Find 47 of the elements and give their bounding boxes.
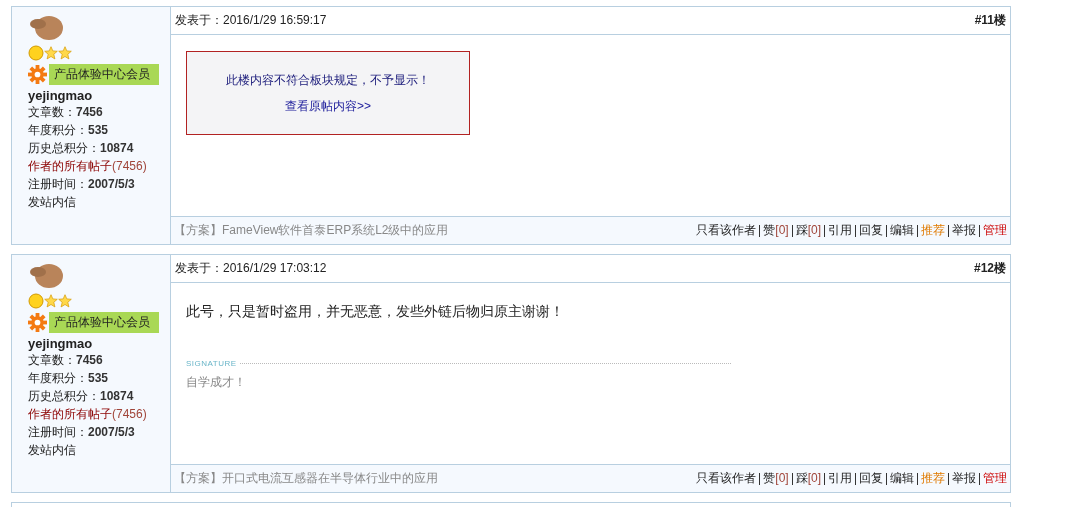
related-topic-link[interactable]: 【方案】开口式电流互感器在半导体行业中的应用 xyxy=(174,470,438,487)
gear-icon xyxy=(28,65,47,84)
all-posts-link[interactable]: 作者的所有帖子(7456) xyxy=(28,157,147,175)
rank-icon xyxy=(28,45,72,61)
floor-number: #12楼 xyxy=(973,260,1006,277)
post-action-link[interactable]: 引用 xyxy=(828,470,852,487)
rank-title: 产品体验中心会员 xyxy=(49,312,159,333)
post-action-link[interactable]: 管理 xyxy=(983,222,1007,239)
user-stat: 注册时间：2007/5/3 xyxy=(28,176,135,193)
gear-icon xyxy=(28,313,47,332)
rank-title: 产品体验中心会员 xyxy=(49,64,159,85)
post-action-link[interactable]: 回复 xyxy=(859,222,883,239)
post-action-link[interactable]: 只看该作者 xyxy=(696,222,757,239)
floor-number: #11楼 xyxy=(974,12,1006,29)
username[interactable]: yejingmao xyxy=(28,336,93,351)
post-time: 发表于：2016/1/29 17:03:12 xyxy=(175,260,327,277)
post-action-link[interactable]: 赞[0] xyxy=(763,470,789,487)
view-original-link[interactable]: 查看原帖内容>> xyxy=(285,97,371,115)
post-action-link[interactable]: 编辑 xyxy=(890,222,914,239)
post-time: 发表于：2016/1/29 16:59:17 xyxy=(175,12,327,29)
post-action-link[interactable]: 赞[0] xyxy=(763,222,789,239)
post-action-link[interactable]: 举报 xyxy=(952,470,976,487)
post-action-link[interactable]: 踩[0] xyxy=(795,470,821,487)
user-stat: 历史总积分：10874 xyxy=(28,140,134,157)
user-stat: 历史总积分：10874 xyxy=(28,388,134,405)
all-posts-link[interactable]: 作者的所有帖子(7456) xyxy=(28,405,147,423)
user-stat: 年度积分：535 xyxy=(28,370,109,387)
post-text: 此号，只是暂时盗用，并无恶意，发些外链后物归原主谢谢！ xyxy=(186,303,565,321)
hidden-notice: 此楼内容不符合板块规定，不予显示！ xyxy=(226,71,430,89)
post-action-link[interactable]: 管理 xyxy=(983,470,1007,487)
message-link[interactable]: 发站内信 xyxy=(28,441,76,459)
related-topic-link[interactable]: 【方案】FameView软件首泰ERP系统L2级中的应用 xyxy=(174,222,449,239)
user-stat: 文章数：7456 xyxy=(28,104,103,121)
signature-label: SIGNATURE xyxy=(186,359,237,368)
post-action-link[interactable]: 举报 xyxy=(952,222,976,239)
post-action-link[interactable]: 引用 xyxy=(828,222,852,239)
signature-text: 自学成才！ xyxy=(186,374,247,391)
username[interactable]: yejingmao xyxy=(28,88,93,103)
user-stat: 注册时间：2007/5/3 xyxy=(28,424,135,441)
post-action-link[interactable]: 回复 xyxy=(859,470,883,487)
post-action-link[interactable]: 编辑 xyxy=(890,470,914,487)
message-link[interactable]: 发站内信 xyxy=(28,193,76,211)
user-stat: 文章数：7456 xyxy=(28,352,103,369)
post-action-link[interactable]: 只看该作者 xyxy=(696,470,757,487)
rank-icon xyxy=(28,293,72,309)
user-stat: 年度积分：535 xyxy=(28,122,109,139)
post-action-link[interactable]: 踩[0] xyxy=(795,222,821,239)
